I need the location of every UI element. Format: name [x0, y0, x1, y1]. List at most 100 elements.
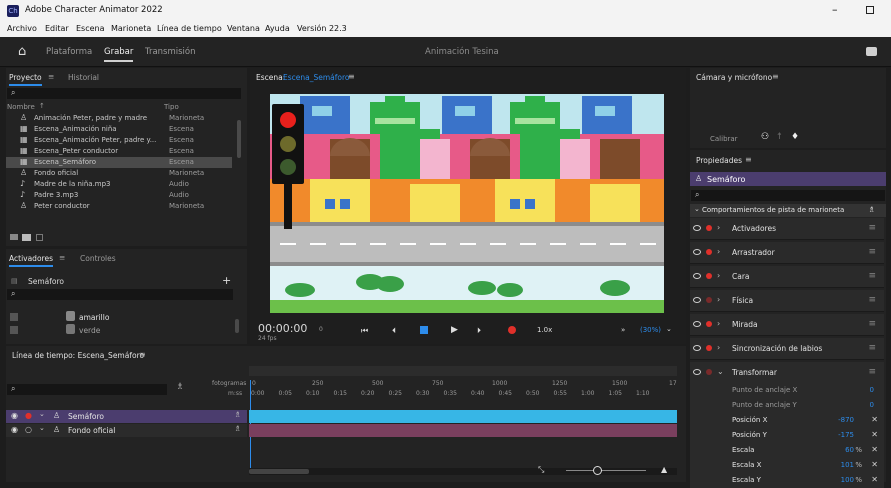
record-arm-icon[interactable]	[706, 249, 712, 255]
visibility-eye-icon[interactable]	[693, 345, 701, 351]
menu-linea-de-tiempo[interactable]: Línea de tiempo	[157, 24, 222, 33]
record-arm-icon[interactable]	[706, 345, 712, 351]
scene-name[interactable]: Escena_Semáforo	[283, 73, 350, 82]
chevron-right-icon[interactable]: ›	[717, 319, 720, 328]
column-name-header[interactable]: Nombre	[7, 103, 35, 111]
transform-property-row[interactable]: Posición Y -175 ✕	[690, 428, 884, 443]
menu-ayuda[interactable]: Ayuda	[265, 24, 290, 33]
behavior-row[interactable]: › Arrastrador ≡	[690, 242, 884, 264]
behaviors-section-header[interactable]: ⌄ Comportamientos de pista de marioneta …	[690, 204, 886, 217]
ruler-scroll[interactable]	[249, 366, 677, 376]
chevron-down-icon[interactable]: ⌄	[39, 410, 45, 418]
behavior-menu-icon[interactable]: ≡	[868, 247, 876, 257]
behavior-menu-icon[interactable]: ≡	[868, 319, 876, 329]
zoom-out-icon[interactable]: ⤡	[538, 465, 544, 475]
zoom-slider[interactable]	[566, 470, 646, 471]
microphone-icon[interactable]: ♦	[791, 132, 799, 142]
scene-canvas[interactable]	[270, 94, 664, 313]
puppet-filter-icon[interactable]: ♗	[176, 382, 184, 392]
project-item[interactable]: ♙ Fondo oficial Marioneta	[6, 168, 232, 179]
record-arm-icon[interactable]: ○	[25, 425, 32, 434]
playback-speed[interactable]: 1.0x	[537, 326, 552, 334]
behavior-menu-icon[interactable]: ≡	[868, 295, 876, 305]
calibrate-button[interactable]: Calibrar	[710, 135, 738, 143]
scrollbar[interactable]	[237, 120, 241, 158]
panel-menu-icon[interactable]: ≡	[745, 155, 752, 164]
reset-icon[interactable]: ✕	[871, 430, 878, 439]
step-forward-button[interactable]: ⏵	[477, 326, 481, 336]
timeline-ruler[interactable]: 0 250 500 750 1000 1250 1500 17 0:00 0:05 0:10 0:1…	[249, 366, 677, 404]
menu-version[interactable]: Versión 22.3	[297, 24, 347, 33]
record-arm-icon[interactable]	[706, 273, 712, 279]
trigger-item[interactable]: amarillo	[6, 311, 232, 323]
scrollbar[interactable]	[235, 319, 239, 333]
transform-property-row[interactable]: Posición X -870 ✕	[690, 413, 884, 428]
tab-controles[interactable]: Controles	[80, 254, 116, 263]
chat-icon[interactable]	[866, 47, 877, 56]
new-folder-icon[interactable]	[10, 234, 18, 240]
project-item[interactable]: ▦ Escena_Semáforo Escena	[6, 157, 232, 168]
timeline-search-input[interactable]: ⌕	[7, 384, 167, 395]
record-arm-icon[interactable]	[706, 225, 712, 231]
column-type-header[interactable]: Tipo	[164, 103, 179, 111]
body-tracking-icon[interactable]: ☨	[777, 132, 782, 142]
face-tracking-icon[interactable]: ⚇	[761, 132, 769, 142]
behavior-menu-icon[interactable]: ≡	[868, 223, 876, 233]
play-button[interactable]: ▶	[451, 325, 458, 335]
trigger-item[interactable]: verde	[6, 324, 232, 336]
chevron-right-icon[interactable]: ›	[717, 343, 720, 352]
reset-icon[interactable]: ✕	[871, 415, 878, 424]
project-item[interactable]: ♪ Madre de la niña.mp3 Audio	[6, 179, 232, 190]
trash-icon[interactable]	[36, 234, 43, 241]
stop-button[interactable]	[420, 326, 428, 334]
transform-property-row[interactable]: Escala 60% ✕	[690, 443, 884, 458]
selected-puppet-row[interactable]: ♙ Semáforo	[690, 172, 886, 186]
transform-property-row[interactable]: Escala Y 100% ✕	[690, 473, 884, 488]
visibility-eye-icon[interactable]	[693, 321, 701, 327]
properties-search-input[interactable]: ⌕	[691, 190, 885, 201]
chevron-right-icon[interactable]: ›	[717, 247, 720, 256]
record-button[interactable]	[508, 326, 516, 334]
maximize-button[interactable]	[866, 6, 874, 14]
chevron-down-icon[interactable]: ⌄	[717, 367, 724, 376]
property-value[interactable]: 60	[845, 446, 854, 454]
record-arm-icon[interactable]: ●	[25, 411, 32, 420]
behavior-row[interactable]: › Cara ≡	[690, 266, 884, 288]
chevron-down-icon[interactable]: ⌄	[39, 424, 45, 432]
step-back-button[interactable]: ⏴	[392, 326, 396, 336]
add-behavior-icon[interactable]: ♗	[868, 205, 875, 214]
project-item[interactable]: ▦ Escena_Animación Peter, padre y... Escen…	[6, 135, 232, 146]
property-value[interactable]: -175	[838, 431, 854, 439]
chevron-down-icon[interactable]: ⌄	[666, 325, 672, 333]
record-arm-icon[interactable]	[706, 297, 712, 303]
transform-property-row[interactable]: Punto de anclaje X 0	[690, 383, 884, 398]
tab-historial[interactable]: Historial	[68, 73, 99, 82]
transform-property-row[interactable]: Punto de anclaje Y 0	[690, 398, 884, 413]
panel-menu-icon[interactable]: ≡	[772, 72, 779, 81]
track-bar[interactable]	[249, 410, 677, 423]
track-bar[interactable]	[249, 424, 677, 437]
reset-icon[interactable]: ✕	[871, 460, 878, 469]
record-arm-icon[interactable]	[706, 321, 712, 327]
property-value[interactable]: 0	[870, 386, 874, 394]
minimize-button[interactable]: –	[832, 3, 838, 16]
property-value[interactable]: 100	[841, 476, 854, 484]
tab-transmision[interactable]: Transmisión	[145, 47, 195, 57]
project-item[interactable]: ♙ Animación Peter, padre y madre Marioneta	[6, 113, 232, 124]
behavior-row[interactable]: › Física ≡	[690, 290, 884, 312]
timecode[interactable]: 00:00:00	[258, 322, 307, 335]
track-header[interactable]: ◉ ○ ⌄ ♙ Fondo oficial ♗	[6, 424, 247, 437]
chevron-right-icon[interactable]: ›	[717, 223, 720, 232]
project-item[interactable]: ♙ Peter conductor Marioneta	[6, 201, 232, 212]
menu-editar[interactable]: Editar	[45, 24, 69, 33]
menu-escena[interactable]: Escena	[76, 24, 105, 33]
tab-plataforma[interactable]: Plataforma	[46, 47, 92, 57]
home-icon[interactable]: ⌂	[18, 44, 26, 59]
expand-icon[interactable]: »	[621, 326, 625, 334]
panel-menu-icon[interactable]: ≡	[348, 72, 355, 81]
behavior-menu-icon[interactable]: ≡	[868, 271, 876, 281]
project-item[interactable]: ▦ Escena_Peter conductor Escena	[6, 146, 232, 157]
go-to-start-button[interactable]: ⏮	[361, 326, 368, 336]
folder-icon[interactable]	[22, 234, 31, 241]
property-value[interactable]: 101	[841, 461, 854, 469]
